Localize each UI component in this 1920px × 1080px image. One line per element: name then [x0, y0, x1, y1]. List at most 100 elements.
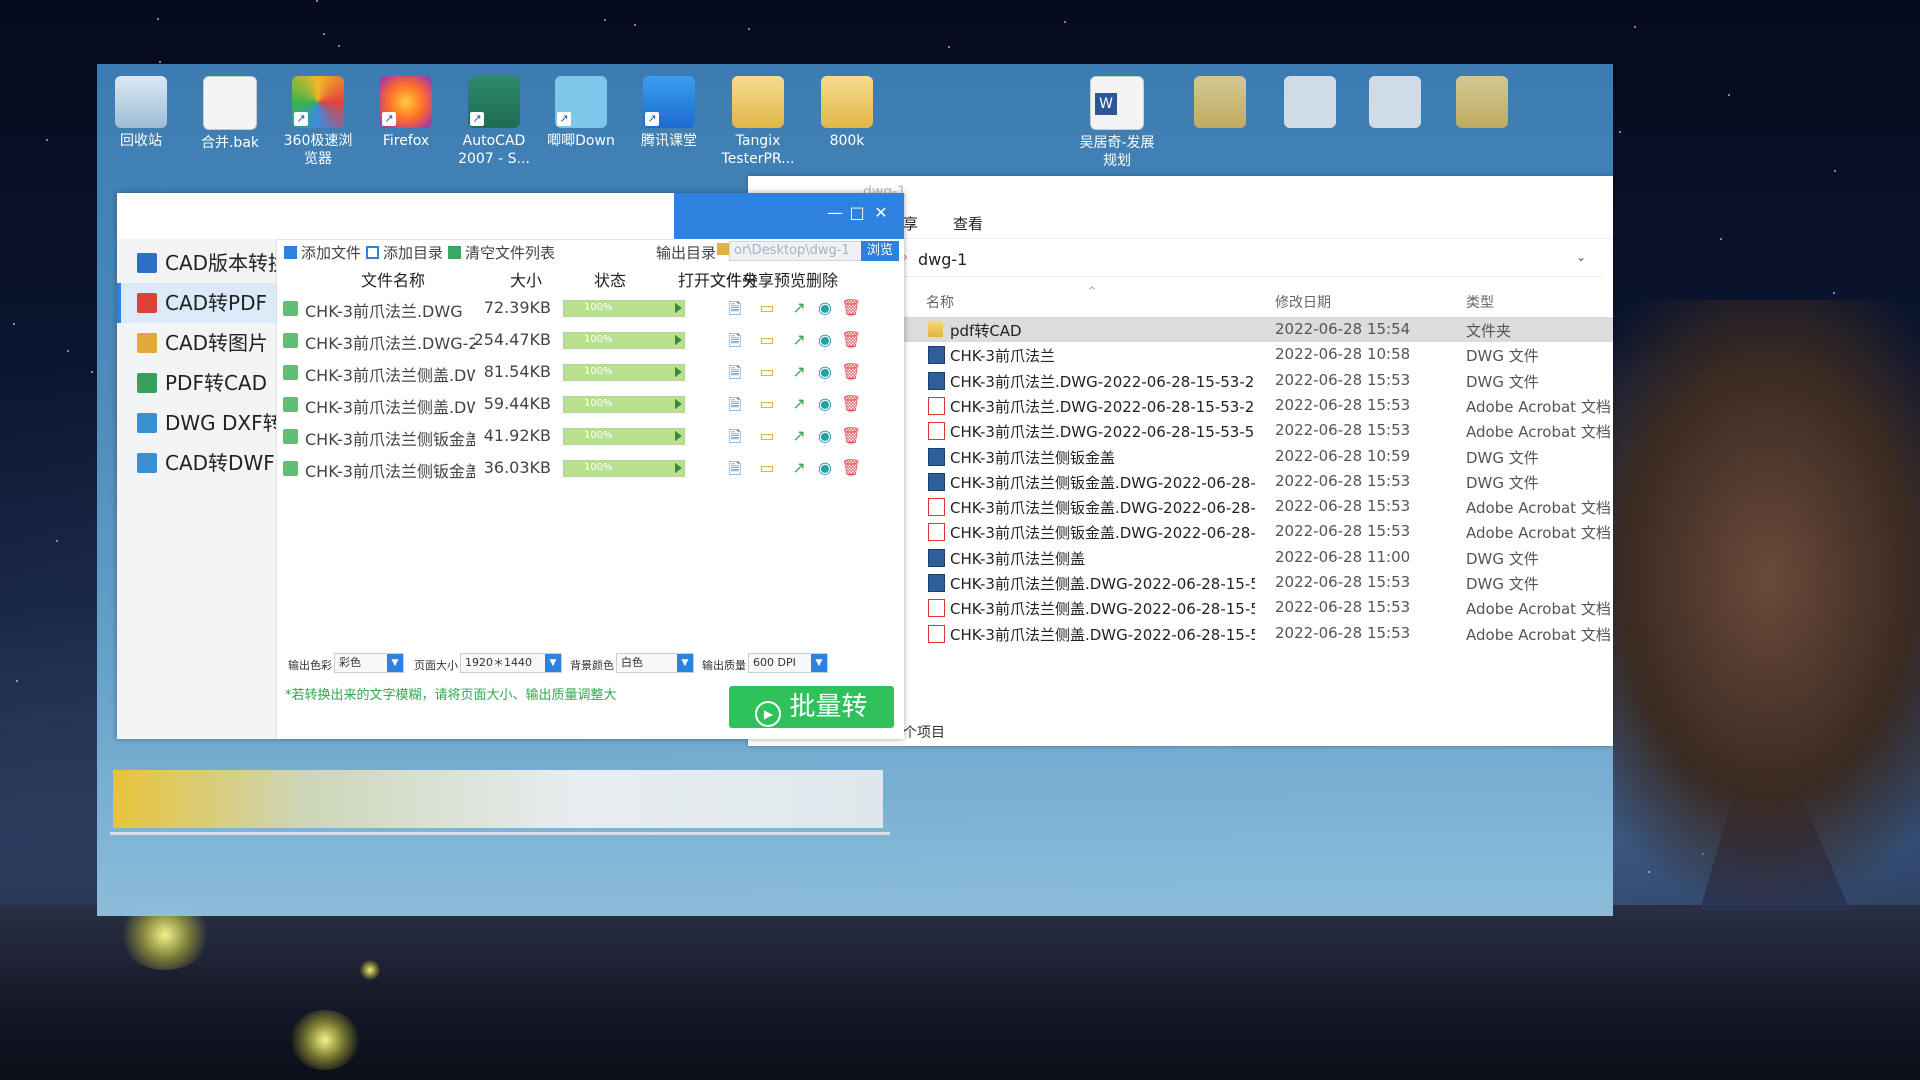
open-folder-icon[interactable]: ▭ [757, 458, 777, 477]
sidebar-item[interactable]: CAD版本转换 [117, 243, 276, 283]
open-file-icon[interactable]: 🗎 [725, 426, 745, 453]
desktop-icon[interactable]: ↗ 360极速浏览器 [278, 70, 358, 168]
file-icon [203, 76, 257, 130]
desktop-icon-label: Firefox [382, 133, 430, 149]
progress-text: 100% [584, 366, 613, 377]
progress-text: 100% [584, 430, 613, 441]
open-folder-icon[interactable]: ▭ [757, 298, 777, 317]
chevron-down-icon[interactable]: ⌄ [1576, 250, 1586, 264]
share-icon[interactable]: ↗ [789, 394, 809, 413]
open-file-icon[interactable]: 🗎 [725, 298, 745, 325]
preview-eye-icon[interactable]: ◉ [815, 298, 835, 317]
shortcut-arrow-icon: ↗ [382, 112, 396, 126]
desktop-icon[interactable]: 合并.bak [190, 70, 270, 152]
preview-eye-icon[interactable]: ◉ [815, 330, 835, 349]
desktop-icon[interactable] [1180, 70, 1260, 132]
output-path-field[interactable]: or\Desktop\dwg-1 [729, 241, 865, 261]
close-button[interactable]: ✕ [870, 203, 892, 222]
progress-fill [564, 301, 684, 316]
add-folder-button[interactable]: 添加目录 [366, 242, 443, 263]
desktop-icon[interactable]: 800k [807, 70, 887, 150]
desktop-icon[interactable] [1355, 70, 1435, 132]
open-folder-icon[interactable]: ▭ [757, 426, 777, 445]
clear-list-button[interactable]: 清空文件列表 [448, 242, 555, 263]
delete-trash-icon[interactable]: 🗑 [841, 298, 861, 317]
desktop-icon[interactable]: Tangix TesterPR... [718, 70, 798, 168]
star [1728, 94, 1730, 96]
open-folder-icon[interactable]: ▭ [757, 394, 777, 413]
sidebar-item[interactable]: PDF转CAD [117, 363, 276, 403]
desktop-icon[interactable]: ↗ Firefox [366, 70, 446, 150]
color-select[interactable]: 彩色 ▼ [334, 653, 404, 673]
dwg-file-icon [928, 472, 945, 491]
progress-bar: 100% [563, 460, 685, 477]
file-row[interactable]: CHK-3前爪法兰.DWG 72.39KB 100% 🗎 ▭ ↗ ◉ 🗑 [279, 292, 904, 324]
explorer-file-name: CHK-3前爪法兰侧盖.DWG-2022-06-28-15-5... [950, 600, 1255, 619]
folder-icon [1456, 76, 1508, 128]
file-row[interactable]: CHK-3前爪法兰侧盖.DWG 81.54KB 100% 🗎 ▭ ↗ ◉ 🗑 [279, 356, 904, 388]
maximize-button[interactable]: □ [846, 203, 868, 222]
share-icon[interactable]: ↗ [789, 298, 809, 317]
desktop-icon[interactable]: ↗ AutoCAD 2007 - S... [454, 70, 534, 168]
desktop-icon[interactable]: ↗ 腾讯课堂 [629, 70, 709, 150]
sidebar-item[interactable]: CAD转DWF [117, 443, 276, 483]
explorer-file-name: CHK-3前爪法兰.DWG-2022-06-28-15-53-2... [950, 372, 1255, 391]
autocad-icon: ↗ [468, 76, 520, 128]
taskbar-blur [113, 770, 883, 828]
minimize-button[interactable]: — [824, 203, 846, 222]
sidebar-item[interactable]: CAD转PDF [117, 283, 276, 323]
menu-view[interactable]: 查看 [953, 213, 983, 234]
delete-trash-icon[interactable]: 🗑 [841, 394, 861, 413]
desktop-icon[interactable]: W 吴居奇-发展规划 [1077, 70, 1157, 170]
preview-eye-icon[interactable]: ◉ [815, 394, 835, 413]
sidebar-item-label: CAD版本转换 [165, 251, 276, 275]
share-icon[interactable]: ↗ [789, 426, 809, 445]
delete-trash-icon[interactable]: 🗑 [841, 426, 861, 445]
sidebar-item[interactable]: DWG DXF转换 [117, 403, 276, 443]
folder-icon [821, 76, 873, 128]
page-size-select[interactable]: 1920＊1440 ▼ [460, 653, 562, 673]
quality-select[interactable]: 600 DPI ▼ [748, 653, 828, 673]
progress-text: 100% [584, 302, 613, 313]
file-row[interactable]: CHK-3前爪法兰.DWG-2022254.47KB 100% 🗎 ▭ ↗ ◉ 🗑 [279, 324, 904, 356]
explorer-file-type: DWG 文件 [1466, 448, 1539, 467]
col-delete: 删除 [806, 271, 839, 290]
bg-color-select[interactable]: 白色 ▼ [616, 653, 694, 673]
add-file-button[interactable]: 添加文件 [284, 242, 361, 263]
col-name[interactable]: 名称 [926, 292, 954, 312]
delete-trash-icon[interactable]: 🗑 [841, 458, 861, 477]
col-type[interactable]: 类型 [1466, 292, 1494, 312]
file-row[interactable]: CHK-3前爪法兰侧钣金盖. 36.03KB 100% 🗎 ▭ ↗ ◉ 🗑 [279, 452, 904, 484]
pdf-file-icon [928, 422, 945, 441]
desktop-icon[interactable]: ↗ 唧唧Down [541, 70, 621, 150]
desktop-icon[interactable] [1442, 70, 1522, 132]
desktop-icon[interactable]: 回收站 [101, 70, 181, 150]
open-file-icon[interactable]: 🗎 [725, 394, 745, 421]
open-folder-icon[interactable]: ▭ [757, 330, 777, 349]
browse-button[interactable]: 浏览 [861, 241, 899, 261]
converter-icon [137, 453, 157, 473]
file-row[interactable]: CHK-3前爪法兰侧钣金盖. 41.92KB 100% 🗎 ▭ ↗ ◉ 🗑 [279, 420, 904, 452]
menu-share[interactable]: 享 [903, 213, 918, 234]
col-date[interactable]: 修改日期 [1275, 292, 1331, 312]
share-icon[interactable]: ↗ [789, 330, 809, 349]
share-icon[interactable]: ↗ [789, 458, 809, 477]
desktop-icon[interactable] [1270, 70, 1350, 132]
share-icon[interactable]: ↗ [789, 362, 809, 381]
dwg-file-icon [928, 447, 945, 466]
pdf-file-icon [928, 599, 945, 618]
delete-trash-icon[interactable]: 🗑 [841, 330, 861, 349]
preview-eye-icon[interactable]: ◉ [815, 362, 835, 381]
file-row[interactable]: CHK-3前爪法兰侧盖.DWG- 59.44KB 100% 🗎 ▭ ↗ ◉ 🗑 [279, 388, 904, 420]
batch-convert-button[interactable]: ▶ 批量转 [729, 686, 894, 728]
explorer-file-type: Adobe Acrobat 文档 [1466, 423, 1611, 442]
firefox-icon: ↗ [380, 76, 432, 128]
open-file-icon[interactable]: 🗎 [725, 362, 745, 389]
open-folder-icon[interactable]: ▭ [757, 362, 777, 381]
open-file-icon[interactable]: 🗎 [725, 330, 745, 357]
sidebar-item[interactable]: CAD转图片 [117, 323, 276, 363]
preview-eye-icon[interactable]: ◉ [815, 426, 835, 445]
open-file-icon[interactable]: 🗎 [725, 458, 745, 485]
delete-trash-icon[interactable]: 🗑 [841, 362, 861, 381]
preview-eye-icon[interactable]: ◉ [815, 458, 835, 477]
